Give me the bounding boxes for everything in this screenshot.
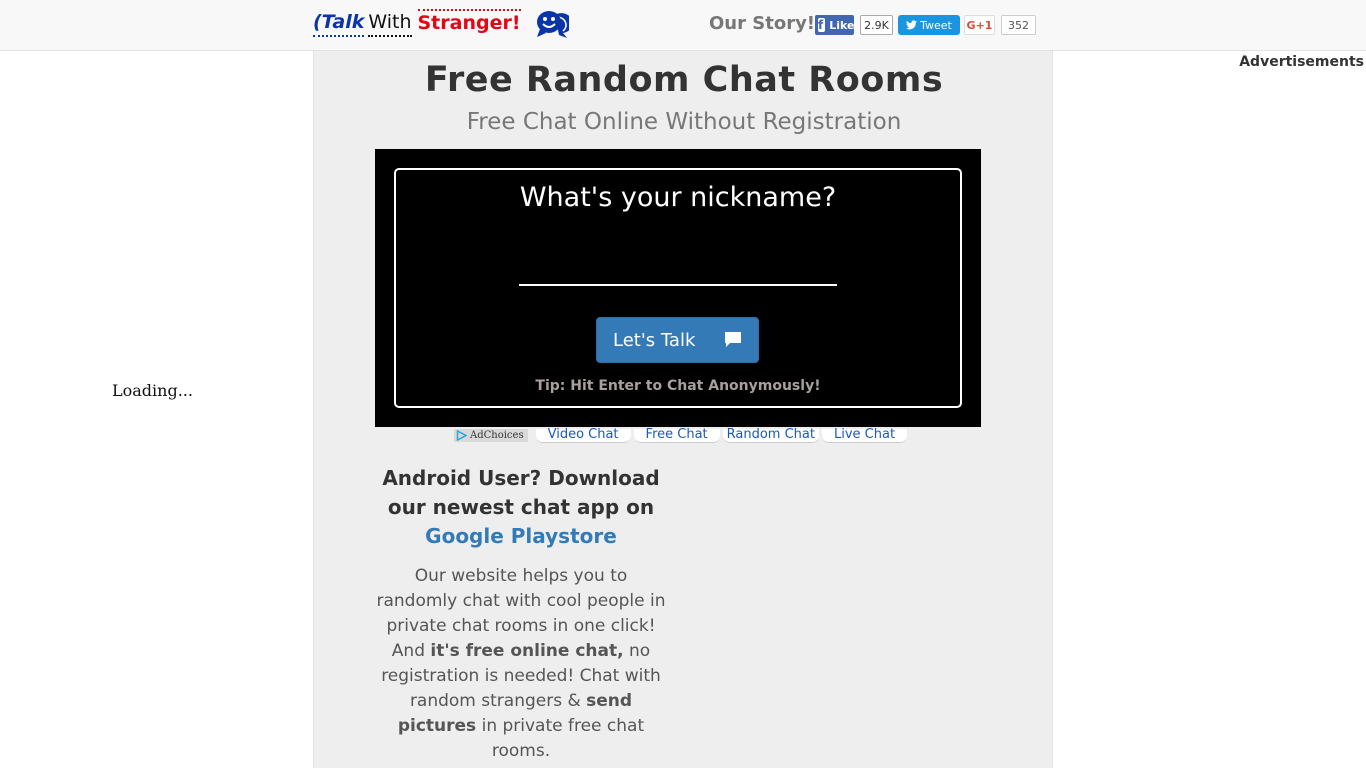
logo-with: With <box>368 11 412 37</box>
tweet-label: Tweet <box>920 18 952 32</box>
about-text: Our website helps you to randomly chat w… <box>373 564 669 764</box>
loading-text: Loading... <box>112 381 193 400</box>
speech-bubble-icon <box>724 331 742 353</box>
ad-link-random-chat[interactable]: Random Chat <box>722 428 819 443</box>
nickname-form: What's your nickname? Let's Talk Tip: Hi… <box>394 168 962 408</box>
facebook-like-button[interactable]: f Like <box>815 15 854 35</box>
android-promo: Android User? Download our newest chat a… <box>373 464 669 551</box>
right-ad-panel: Advertisements <box>1053 51 1366 768</box>
our-story-link[interactable]: Our Story! <box>709 13 815 34</box>
logo-stranger: Stranger! <box>417 8 521 34</box>
page-title: Free Random Chat Rooms <box>424 60 944 100</box>
main-content: Free Random Chat Rooms Free Chat Online … <box>313 51 1053 768</box>
advertisements-label: Advertisements <box>1239 54 1364 70</box>
ad-link-free-chat[interactable]: Free Chat <box>633 428 720 443</box>
lets-talk-button[interactable]: Let's Talk <box>596 317 759 363</box>
smiley-chat-bubble-icon <box>535 9 572 39</box>
lets-talk-label: Let's Talk <box>613 329 696 351</box>
ad-link-video-chat[interactable]: Video Chat <box>535 428 631 443</box>
adchoices-label: AdChoices <box>470 430 524 441</box>
facebook-like-label: Like <box>829 18 854 32</box>
ad-link-live-chat[interactable]: Live Chat <box>821 428 908 443</box>
google-playstore-link[interactable]: Google Playstore <box>425 524 617 548</box>
nickname-input[interactable] <box>519 240 837 286</box>
left-ad-panel: Loading... <box>0 51 313 768</box>
google-plus-count: 352 <box>1001 15 1036 35</box>
page-subtitle: Free Chat Online Without Registration <box>466 109 902 135</box>
nickname-form-container: What's your nickname? Let's Talk Tip: Hi… <box>375 149 981 427</box>
top-bar: (Talk With Stranger! Our Story! f Like 2… <box>0 0 1366 51</box>
ad-links-bar: AdChoices Video Chat Free Chat Random Ch… <box>454 428 908 443</box>
android-promo-text: Android User? Download our newest chat a… <box>382 466 660 519</box>
adchoices-badge[interactable]: AdChoices <box>454 429 528 442</box>
google-plus-button[interactable]: G+1 <box>964 15 995 35</box>
about-text-part: in private free chat rooms. <box>476 716 645 761</box>
facebook-like-count: 2.9K <box>860 15 893 35</box>
tip-text: Tip: Hit Enter to Chat Anonymously! <box>535 378 821 394</box>
facebook-icon: f <box>818 18 826 32</box>
tweet-button[interactable]: Tweet <box>898 15 960 35</box>
twitter-bird-icon <box>906 20 918 30</box>
adchoices-icon <box>456 430 467 441</box>
about-bold-free-online: it's free online chat, <box>430 641 624 661</box>
logo-talk: (Talk <box>313 11 365 37</box>
site-logo[interactable]: (Talk With Stranger! <box>313 8 572 40</box>
nickname-question: What's your nickname? <box>519 182 837 213</box>
